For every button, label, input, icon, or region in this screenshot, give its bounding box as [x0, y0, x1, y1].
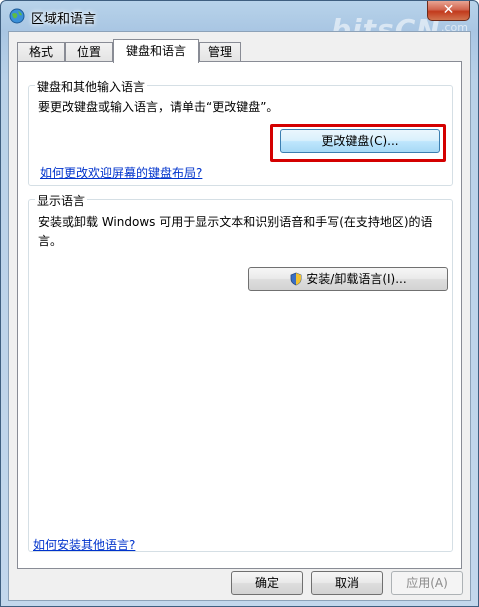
title-bar[interactable]: 区域和语言 bitsCN .com ✕ [1, 1, 478, 46]
cancel-button[interactable]: 取消 [311, 571, 383, 595]
close-button[interactable]: ✕ [427, 1, 470, 21]
tab-administrative[interactable]: 管理 [199, 42, 241, 62]
install-uninstall-languages-label: 安装/卸载语言(I)... [306, 272, 407, 286]
tab-location[interactable]: 位置 [65, 42, 113, 62]
shield-icon [289, 271, 303, 293]
window-title: 区域和语言 [31, 12, 97, 27]
display-language-group-title: 显示语言 [35, 192, 88, 209]
keyboard-group-title: 键盘和其他输入语言 [35, 78, 148, 95]
highlight-annotation [270, 124, 446, 162]
tab-formats[interactable]: 格式 [17, 42, 65, 62]
display-language-description-line2: 言。 [38, 234, 63, 248]
globe-icon [9, 8, 25, 24]
keyboard-layout-help-link[interactable]: 如何更改欢迎屏幕的键盘布局? [40, 164, 202, 181]
dialog-client-area: 格式 位置 键盘和语言 管理 键盘和其他输入语言 要更改键盘或输入语言，请单击“… [8, 31, 471, 601]
tab-keyboards-languages[interactable]: 键盘和语言 [113, 39, 199, 63]
keyboard-description: 要更改键盘或输入语言，请单击“更改键盘”。 [38, 100, 279, 114]
install-languages-help-link[interactable]: 如何安装其他语言? [33, 536, 135, 553]
install-uninstall-languages-button[interactable]: 安装/卸载语言(I)... [248, 267, 448, 291]
display-language-description-line1: 安装或卸载 Windows 可用于显示文本和识别语音和手写(在支持地区)的语 [38, 215, 433, 229]
close-icon: ✕ [442, 2, 455, 18]
apply-button[interactable]: 应用(A) [391, 571, 463, 595]
dialog-window: 区域和语言 bitsCN .com ✕ 格式 位置 键盘和语言 管理 键盘和其他… [0, 0, 479, 607]
display-language-group: 显示语言 [28, 192, 453, 552]
ok-button[interactable]: 确定 [231, 571, 303, 595]
